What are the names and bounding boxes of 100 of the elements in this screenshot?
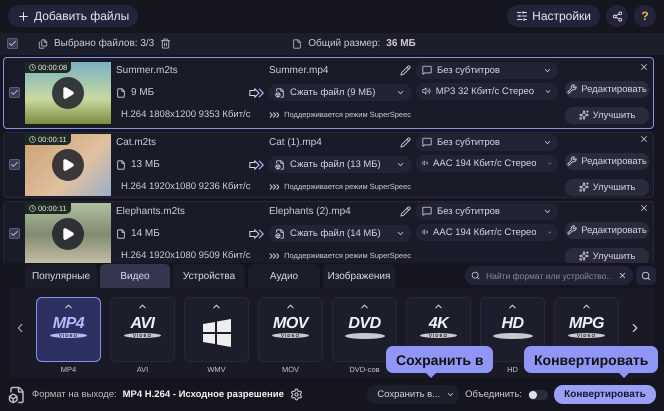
wrench-icon: [567, 84, 578, 94]
compress-icon: [275, 88, 285, 98]
plus-icon: [17, 10, 30, 23]
enhance-button[interactable]: Улучшить: [565, 106, 649, 124]
compress-dropdown[interactable]: Сжать файл (13 МБ): [269, 156, 411, 174]
share-button[interactable]: [606, 5, 628, 28]
source-size: 9 МБ: [131, 87, 154, 98]
edit-button[interactable]: Редактировать: [565, 152, 649, 170]
format-logo: MPG: [569, 315, 604, 334]
format-tab[interactable]: Видео: [100, 264, 170, 288]
check-icon: [8, 39, 17, 48]
source-file-name: Cat.m2ts: [116, 137, 156, 148]
format-tab[interactable]: Устройства: [173, 264, 245, 288]
sparkle-icon: [578, 251, 589, 262]
double-arrow-icon: [249, 86, 264, 99]
speaker-icon: [422, 86, 431, 96]
output-file-name: Summer.mp4: [269, 65, 328, 76]
output-file-icon: [8, 386, 26, 404]
merge-label: Объединить:: [465, 389, 522, 400]
format-logo: MOV: [273, 315, 308, 334]
clear-icon[interactable]: [618, 271, 627, 280]
file-checkbox[interactable]: [9, 87, 20, 98]
source-info: H.264 1920x1080 9236 Кбит/с: [121, 181, 250, 192]
select-all-checkbox[interactable]: [7, 38, 18, 50]
format-tab[interactable]: Аудио: [248, 264, 320, 288]
format-logo: AVI: [130, 315, 154, 334]
edit-button[interactable]: Редактировать: [565, 80, 649, 98]
play-button[interactable]: [52, 218, 84, 250]
share-icon: [612, 10, 622, 22]
help-button[interactable]: ?: [634, 5, 656, 28]
check-icon: [10, 229, 19, 238]
audio-dropdown[interactable]: AAC 194 Кбит/с Стерео: [416, 154, 558, 172]
play-icon: [61, 226, 75, 241]
pencil-icon[interactable]: [400, 137, 411, 148]
source-file-name: Elephants.m2ts: [116, 206, 185, 218]
close-icon[interactable]: [639, 134, 649, 144]
compress-dropdown[interactable]: Сжать файл (9 МБ): [269, 84, 411, 102]
audio-dropdown[interactable]: MP3 32 Кбит/с Стерео: [416, 82, 558, 100]
format-logo: 4K: [428, 315, 448, 334]
format-card[interactable]: [184, 297, 249, 362]
enhance-button[interactable]: Улучшить: [565, 178, 649, 196]
add-files-button[interactable]: Добавить файлы: [8, 5, 138, 28]
audio-dropdown[interactable]: AAC 194 Кбит/с Стерео: [416, 224, 558, 241]
source-info: H.264 1808x1200 9353 Кбит/с: [121, 109, 250, 120]
tooltip-pointer-icon: [619, 373, 629, 378]
tooltip-pointer-icon: [426, 373, 436, 378]
format-logo: DVD: [348, 315, 381, 334]
double-arrow-icon: [249, 228, 264, 240]
file-checkbox[interactable]: [9, 228, 20, 240]
disc-icon: [344, 333, 384, 340]
speech-bubble-icon: [422, 206, 432, 216]
clock-icon: [29, 204, 36, 212]
check-icon: [10, 88, 19, 98]
source-size: 13 МБ: [131, 159, 160, 170]
speech-bubble-icon: [422, 65, 432, 76]
subtitles-dropdown[interactable]: Без субтитров: [416, 62, 558, 79]
edit-button[interactable]: Редактировать: [565, 222, 649, 239]
total-size-value: 36 МБ: [386, 38, 416, 50]
selected-files-text: Выбрано файлов: 3/3: [54, 38, 154, 50]
pencil-icon[interactable]: [400, 65, 411, 76]
play-button[interactable]: [52, 76, 84, 109]
file-checkbox[interactable]: [9, 159, 20, 170]
output-file-name: Cat (1).mp4: [269, 137, 322, 148]
pencil-icon[interactable]: [400, 206, 411, 218]
compress-dropdown[interactable]: Сжать файл (14 МБ): [269, 225, 411, 242]
file-icon: [116, 228, 126, 239]
subtitles-dropdown[interactable]: Без субтитров: [416, 202, 558, 220]
speed-chevrons-icon: [269, 182, 280, 191]
settings-button[interactable]: Настройки: [507, 5, 600, 28]
sparkle-icon: [578, 182, 589, 192]
play-button[interactable]: [52, 148, 84, 181]
files-icon: [38, 38, 48, 49]
file-icon: [116, 160, 126, 170]
save-to-button[interactable]: Сохранить в...: [367, 385, 460, 404]
output-format-value: MP4 H.264 - Исходное разрешение: [122, 389, 284, 400]
subtitles-dropdown[interactable]: Без субтитров: [416, 134, 558, 151]
clock-icon: [29, 136, 36, 143]
sliders-icon: [516, 10, 528, 22]
close-icon[interactable]: [639, 202, 649, 213]
merge-toggle[interactable]: [528, 390, 548, 400]
search-icon: [471, 271, 480, 280]
file-icon: [292, 38, 302, 49]
format-info-button[interactable]: [636, 266, 656, 286]
speaker-icon: [422, 158, 428, 168]
check-icon: [10, 160, 19, 170]
play-icon: [61, 158, 75, 172]
double-arrow-icon: [249, 158, 264, 171]
wrench-icon: [567, 225, 578, 236]
compress-icon: [275, 160, 285, 170]
trash-icon[interactable]: [160, 38, 172, 50]
format-tab[interactable]: Изображения: [323, 264, 395, 288]
close-icon[interactable]: [639, 62, 649, 72]
format-card[interactable]: DVD: [332, 297, 397, 362]
settings-icon[interactable]: [290, 388, 303, 402]
speaker-icon: [422, 227, 428, 238]
format-tab[interactable]: Популярные: [25, 264, 97, 288]
output-file-name: Elephants (2).mp4: [269, 206, 351, 218]
enhance-button[interactable]: Улучшить: [565, 248, 649, 264]
play-icon: [61, 86, 75, 100]
convert-button[interactable]: Конвертировать: [554, 385, 656, 404]
